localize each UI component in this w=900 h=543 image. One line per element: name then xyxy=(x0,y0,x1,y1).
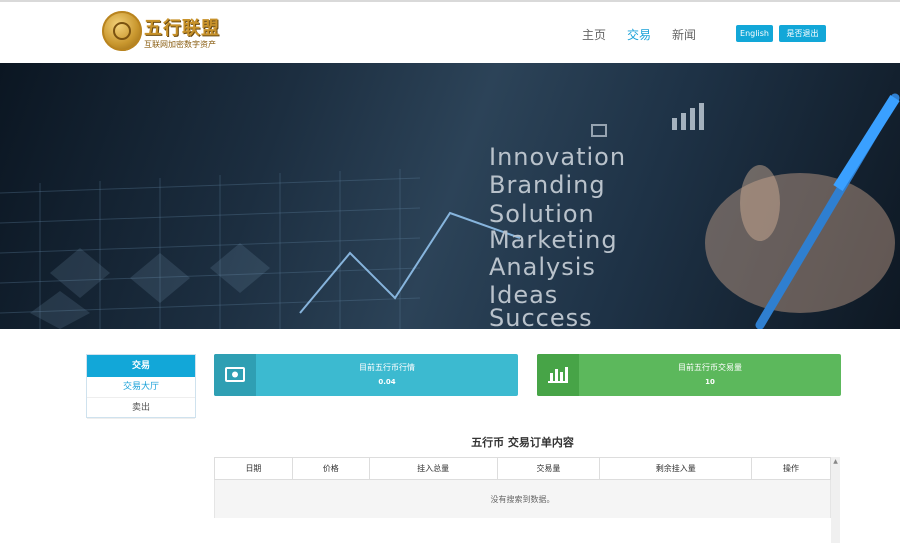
trade-sidebar: 交易 交易大厅 卖出 xyxy=(86,354,196,419)
logo-title: 五行联盟 xyxy=(144,18,220,39)
sidebar-item-sell[interactable]: 卖出 xyxy=(87,398,195,419)
column-header-volume[interactable]: 交易量 xyxy=(496,457,601,480)
table-header-row: 日期 价格 挂入总量 交易量 剩余挂入量 操作 xyxy=(214,457,831,480)
sidebar-title: 交易 xyxy=(87,355,195,377)
volume-card: 目前五行币交易量 10 xyxy=(537,354,841,396)
empty-message: 没有搜索到数据。 xyxy=(214,479,831,520)
column-header-date[interactable]: 日期 xyxy=(214,457,293,480)
coin-logo-icon xyxy=(102,11,142,51)
sidebar-item-trade-hall[interactable]: 交易大厅 xyxy=(87,377,195,398)
orders-table: 日期 价格 挂入总量 交易量 剩余挂入量 操作 没有搜索到数据。 xyxy=(214,457,831,520)
logo-subtitle: 互联网加密数字资产 xyxy=(144,40,216,49)
banner-word: Branding xyxy=(489,171,606,199)
orders-title: 五行币 交易订单内容 xyxy=(471,436,574,449)
volume-value: 10 xyxy=(705,378,715,386)
money-icon xyxy=(214,354,256,396)
price-value: 0.04 xyxy=(378,378,396,386)
table-scrollbar[interactable] xyxy=(831,457,840,543)
banner-graphics xyxy=(0,93,900,329)
site-logo[interactable]: 五行联盟 互联网加密数字资产 xyxy=(102,11,232,57)
price-label: 目前五行币行情 xyxy=(359,363,415,372)
banner-word: Success xyxy=(489,304,593,329)
site-header: 五行联盟 互联网加密数字资产 主页 交易 新闻 English 是否退出 xyxy=(0,2,900,63)
column-header-total[interactable]: 挂入总量 xyxy=(368,457,498,480)
banner-word: Innovation xyxy=(489,143,627,171)
table-footer-space xyxy=(214,518,831,543)
bar-chart-icon xyxy=(537,354,579,396)
price-card: 目前五行币行情 0.04 xyxy=(214,354,518,396)
volume-label: 目前五行币交易量 xyxy=(678,363,742,372)
nav-news[interactable]: 新闻 xyxy=(672,26,696,43)
table-row: 没有搜索到数据。 xyxy=(214,479,831,520)
column-header-price[interactable]: 价格 xyxy=(291,457,370,480)
scroll-up-icon[interactable]: ▲ xyxy=(831,457,840,466)
nav-home[interactable]: 主页 xyxy=(582,26,606,43)
banner-word: Analysis xyxy=(489,253,596,281)
hero-banner: Innovation Branding Solution Marketing A… xyxy=(0,63,900,329)
english-button[interactable]: English xyxy=(736,25,773,42)
logout-button[interactable]: 是否退出 xyxy=(779,25,826,42)
nav-trade[interactable]: 交易 xyxy=(627,26,651,43)
column-header-action[interactable]: 操作 xyxy=(751,457,831,480)
banner-word: Marketing xyxy=(489,226,618,254)
column-header-remaining[interactable]: 剩余挂入量 xyxy=(599,457,753,480)
banner-word: Solution xyxy=(489,200,595,228)
